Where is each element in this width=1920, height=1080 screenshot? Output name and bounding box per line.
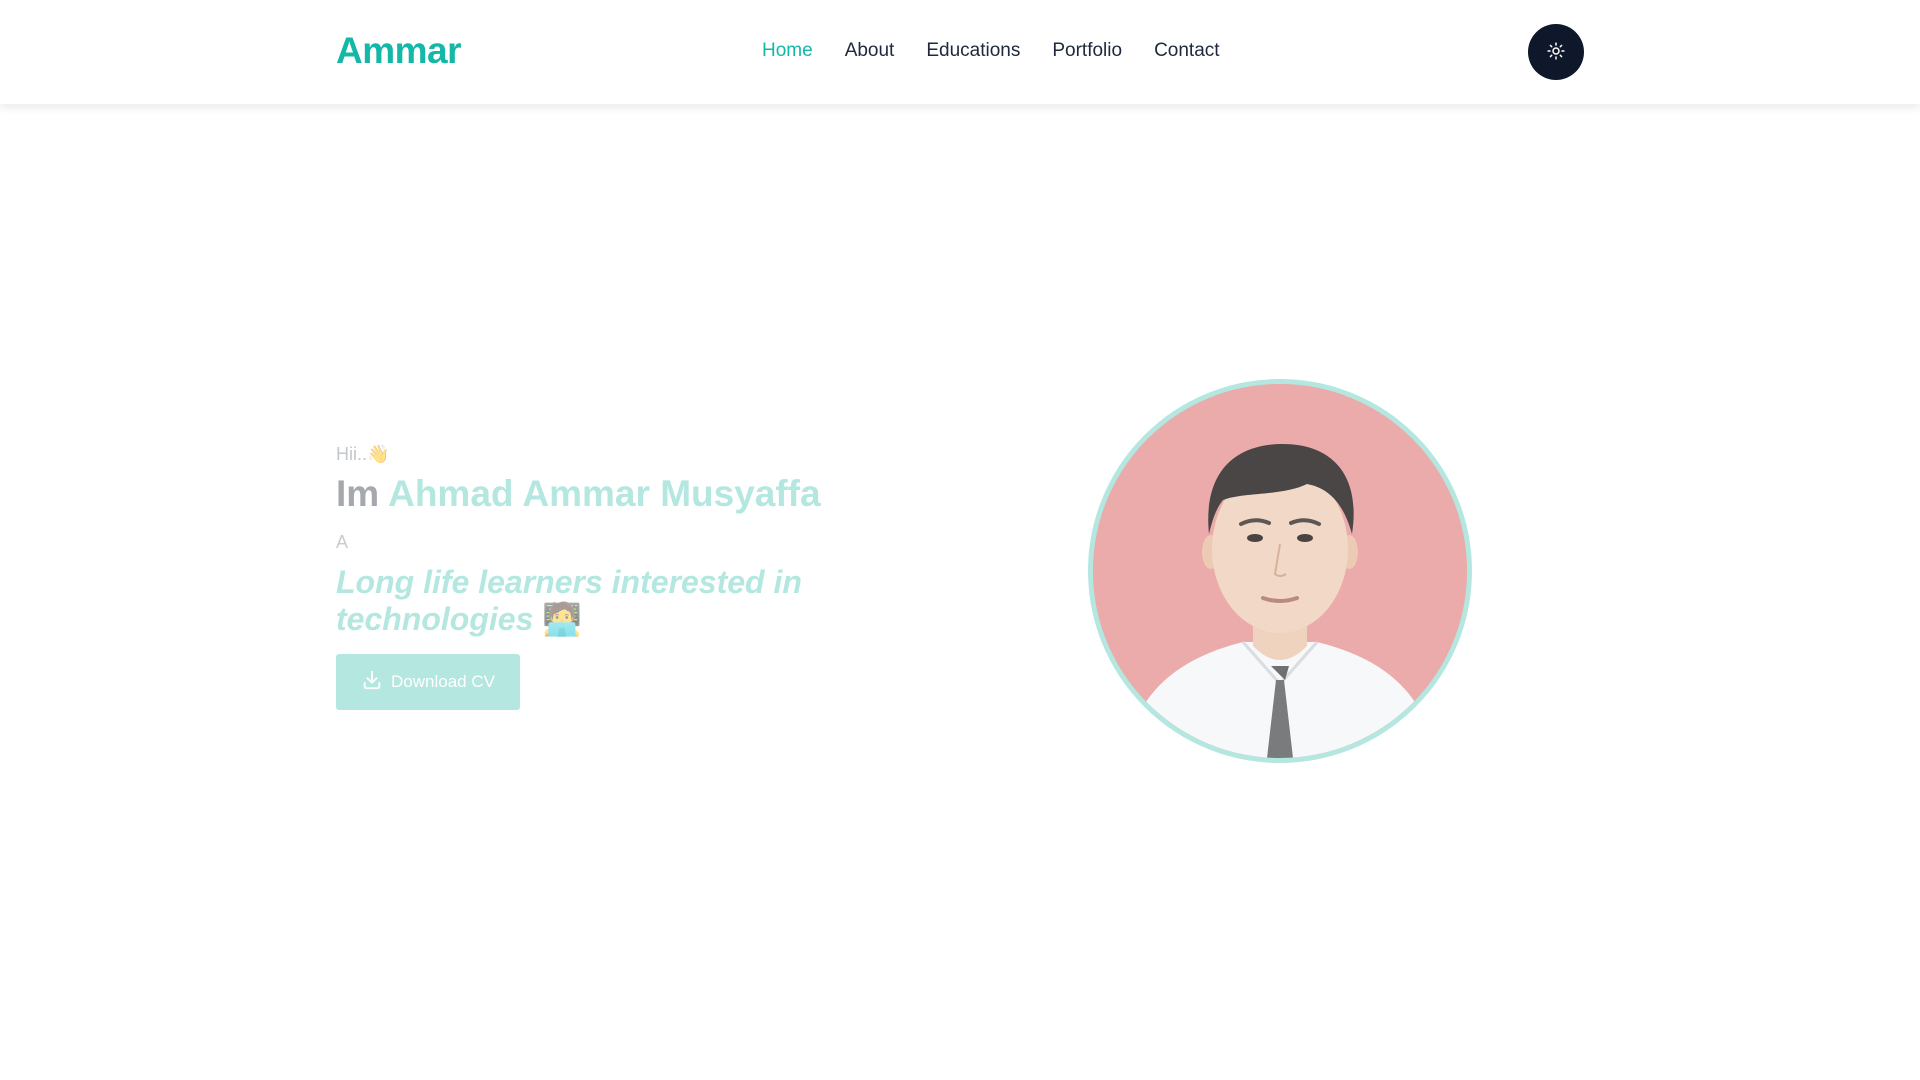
waving-hand-icon: 👋: [367, 444, 390, 464]
main-nav: Home About Educations Portfolio Contact: [762, 40, 1220, 62]
technologist-icon: 🧑‍💻: [542, 601, 583, 637]
nav-item-contact: Contact: [1154, 40, 1219, 62]
download-cv-button[interactable]: Download CV: [336, 654, 520, 710]
nav-item-home: Home: [762, 40, 813, 62]
brand-logo[interactable]: Ammar: [336, 30, 462, 72]
hero-section: Hii..👋 Im Ahmad Ammar Musyaffa A Long li…: [336, 440, 896, 710]
nav-link-contact[interactable]: Contact: [1154, 40, 1219, 61]
profile-photo: [1088, 379, 1472, 763]
theme-toggle-button[interactable]: [1528, 24, 1584, 80]
download-cv-label: Download CV: [391, 672, 495, 691]
greeting-line: Hii..👋: [336, 440, 896, 468]
hero-headline: Im Ahmad Ammar Musyaffa: [336, 470, 896, 518]
profile-portrait-illustration: [1093, 384, 1467, 758]
nav-item-about: About: [845, 40, 895, 62]
hero-tagline: Long life learners interested in technol…: [336, 564, 856, 638]
nav-link-educations[interactable]: Educations: [926, 40, 1020, 61]
navbar: Ammar Home About Educations Portfolio Co…: [0, 0, 1920, 104]
nav-item-portfolio: Portfolio: [1052, 40, 1122, 62]
nav-link-about[interactable]: About: [845, 40, 895, 61]
nav-link-portfolio[interactable]: Portfolio: [1052, 40, 1122, 61]
hero-name: Ahmad Ammar Musyaffa: [388, 473, 821, 514]
nav-item-educations: Educations: [926, 40, 1020, 62]
greeting-text: Hii..: [336, 444, 367, 464]
nav-link-home[interactable]: Home: [762, 40, 813, 61]
download-icon: [361, 669, 383, 696]
sun-icon: [1547, 41, 1565, 63]
typed-role-text: A: [336, 532, 349, 552]
headline-prefix: Im: [336, 473, 380, 514]
